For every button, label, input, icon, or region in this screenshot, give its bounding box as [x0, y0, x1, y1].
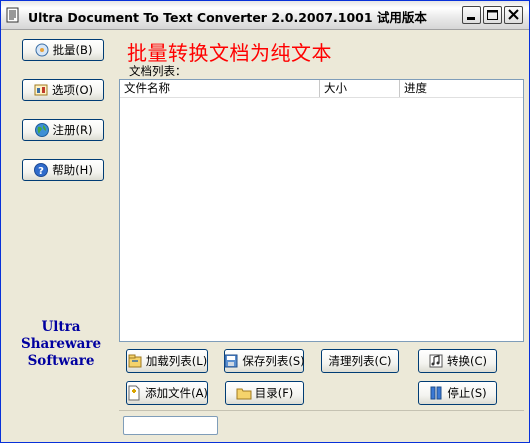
- directory-label: 目录(F): [254, 386, 294, 400]
- maximize-icon: [487, 10, 498, 20]
- help-label: 帮助(H): [52, 163, 93, 177]
- list-header: 文件名称 大小 进度: [120, 80, 523, 98]
- options-label: 选项(O): [51, 83, 94, 97]
- document-list[interactable]: 文件名称 大小 进度: [119, 79, 524, 342]
- options-icon: [33, 82, 49, 98]
- stop-label: 停止(S): [447, 386, 487, 400]
- batch-button[interactable]: 批量(B): [22, 39, 104, 61]
- close-icon: [508, 9, 519, 20]
- status-divider: [119, 410, 524, 411]
- page-title: 批量转换文档为纯文本: [127, 41, 332, 65]
- brand-line: Shareware: [20, 336, 102, 352]
- save-list-label: 保存列表(S): [242, 354, 305, 368]
- close-button[interactable]: [504, 6, 523, 24]
- save-list-icon: [223, 353, 239, 369]
- register-label: 注册(R): [52, 123, 93, 137]
- help-button[interactable]: ? 帮助(H): [22, 159, 104, 181]
- clear-list-button[interactable]: 清理列表(C): [321, 349, 399, 373]
- directory-button[interactable]: 目录(F): [225, 381, 304, 405]
- convert-label: 转换(C): [446, 354, 487, 368]
- convert-icon: [428, 353, 444, 369]
- clear-list-label: 清理列表(C): [328, 354, 392, 368]
- help-icon: ?: [33, 162, 49, 178]
- add-file-button[interactable]: 添加文件(A): [126, 381, 208, 405]
- title-bar[interactable]: Ultra Document To Text Converter 2.0.200…: [1, 1, 529, 30]
- main-window: Ultra Document To Text Converter 2.0.200…: [0, 0, 530, 443]
- svg-text:?: ?: [38, 166, 44, 177]
- column-header-progress[interactable]: 进度: [400, 80, 523, 97]
- minimize-icon: [467, 17, 475, 20]
- batch-label: 批量(B): [52, 43, 93, 57]
- brand-line: Software: [27, 353, 95, 369]
- column-header-filename[interactable]: 文件名称: [120, 80, 320, 97]
- load-list-label: 加载列表(L): [145, 354, 208, 368]
- maximize-button[interactable]: [483, 6, 502, 24]
- load-list-icon: [127, 353, 143, 369]
- add-file-icon: [126, 385, 142, 401]
- window-title: Ultra Document To Text Converter 2.0.200…: [28, 10, 427, 25]
- document-app-icon: [6, 7, 20, 23]
- brand-text: Ultra Shareware Software: [15, 319, 107, 370]
- minimize-button[interactable]: [462, 6, 481, 24]
- batch-icon: [34, 42, 50, 58]
- register-button[interactable]: 注册(R): [22, 119, 104, 141]
- options-button[interactable]: 选项(O): [22, 79, 104, 101]
- convert-button[interactable]: 转换(C): [418, 349, 497, 373]
- load-list-button[interactable]: 加载列表(L): [126, 349, 208, 373]
- register-globe-icon: [34, 122, 50, 138]
- list-caption: 文档列表：: [129, 64, 187, 78]
- column-header-size[interactable]: 大小: [320, 80, 400, 97]
- stop-button[interactable]: 停止(S): [418, 381, 497, 405]
- brand-line: Ultra: [41, 319, 81, 335]
- status-field: [123, 416, 218, 435]
- add-file-label: 添加文件(A): [145, 386, 208, 400]
- save-list-button[interactable]: 保存列表(S): [223, 349, 305, 373]
- folder-icon: [236, 385, 252, 401]
- pause-icon: [428, 385, 444, 401]
